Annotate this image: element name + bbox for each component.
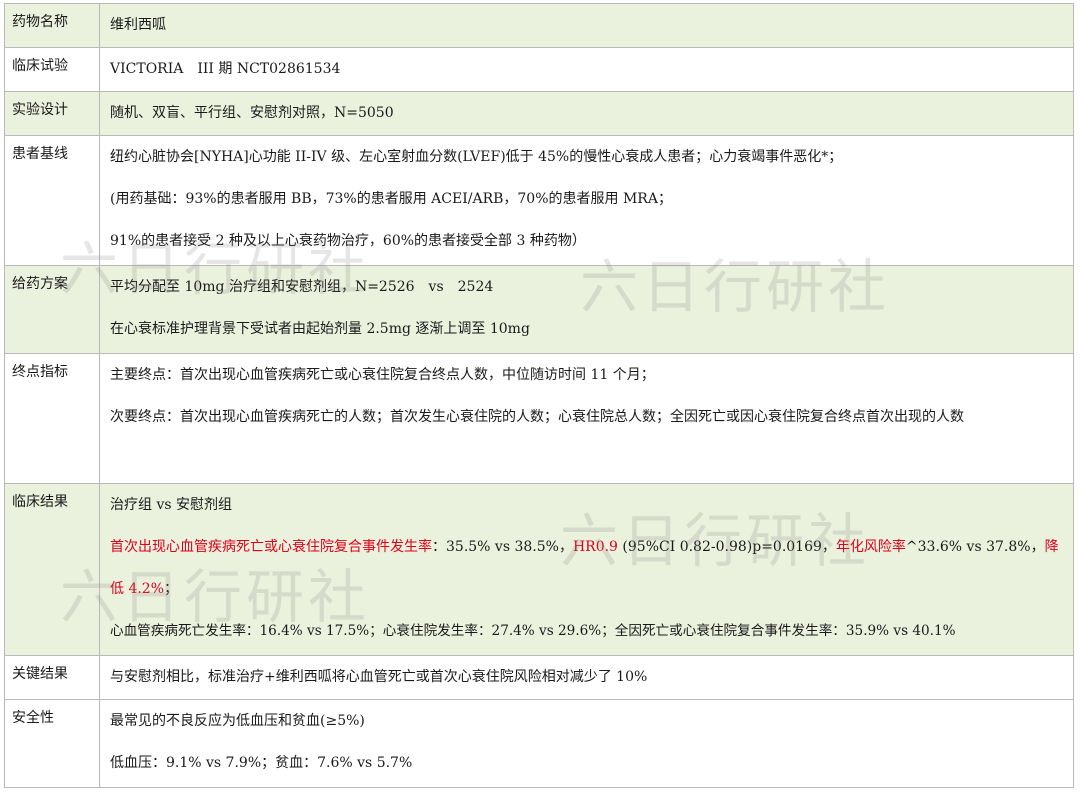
row-content-endpoints: 主要终点：首次出现心血管疾病死亡或心衰住院复合终点人数，中位随访时间 11 个月… bbox=[99, 353, 1074, 484]
row-content-drug-name: 维利西呱 bbox=[99, 3, 1074, 48]
drug-info-table: 药物名称 维利西呱 临床试验 VICTORIA III 期 NCT0286153… bbox=[4, 3, 1074, 788]
table-row: 关键结果 与安慰剂相比，标准治疗+维利西呱将心血管死亡或首次心衰住院风险相对减少… bbox=[4, 655, 1074, 700]
table-row: 终点指标 主要终点：首次出现心血管疾病死亡或心衰住院复合终点人数，中位随访时间 … bbox=[4, 353, 1074, 484]
row-content-key-result: 与安慰剂相比，标准治疗+维利西呱将心血管死亡或首次心衰住院风险相对减少了 10% bbox=[99, 655, 1074, 700]
baseline-line-1: 纽约心脏协会[NYHA]心功能 II-IV 级、左心室射血分数(LVEF)低于 … bbox=[110, 149, 843, 165]
table-row: 安全性 最常见的不良反应为低血压和贫血(≥5%) 低血压：9.1% vs 7.9… bbox=[4, 699, 1074, 788]
results-comparison: 治疗组 vs 安慰剂组 bbox=[110, 497, 232, 513]
row-content-results: 治疗组 vs 安慰剂组 首次出现心血管疾病死亡或心衰住院复合事件发生率：35.5… bbox=[99, 483, 1074, 656]
results-highlight-hr: HR0.9 bbox=[572, 539, 618, 555]
baseline-line-2: (用药基础：93%的患者服用 BB，73%的患者服用 ACEI/ARB，70%的… bbox=[110, 191, 672, 207]
table-row: 临床结果 治疗组 vs 安慰剂组 首次出现心血管疾病死亡或心衰住院复合事件发生率… bbox=[4, 483, 1074, 656]
trial-text: VICTORIA III 期 NCT02861534 bbox=[110, 61, 341, 77]
results-primary-outcome: 首次出现心血管疾病死亡或心衰住院复合事件发生率：35.5% vs 38.5%，H… bbox=[110, 526, 1073, 610]
row-label-drug-name: 药物名称 bbox=[4, 3, 100, 48]
row-label-safety: 安全性 bbox=[4, 699, 100, 788]
results-annual-risk-values: ^33.6% vs 37.8%， bbox=[905, 539, 1045, 555]
row-label-dosing: 给药方案 bbox=[4, 265, 100, 354]
dosing-line-1: 平均分配至 10mg 治疗组和安慰剂组，N=2526 vs 2524 bbox=[110, 279, 494, 295]
table-row: 临床试验 VICTORIA III 期 NCT02861534 bbox=[4, 47, 1074, 92]
results-secondary-outcomes: 心血管疾病死亡发生率：16.4% vs 17.5%；心衰住院发生率：27.4% … bbox=[110, 623, 956, 639]
row-content-safety: 最常见的不良反应为低血压和贫血(≥5%) 低血压：9.1% vs 7.9%；贫血… bbox=[99, 699, 1074, 788]
safety-line-2: 低血压：9.1% vs 7.9%；贫血：7.6% vs 5.7% bbox=[110, 755, 413, 771]
results-event-rate-values: ：35.5% vs 38.5%， bbox=[432, 539, 573, 555]
secondary-endpoint: 次要终点：首次出现心血管疾病死亡的人数；首次发生心衰住院的人数；心衰住院总人数；… bbox=[110, 409, 964, 425]
row-content-clinical-trial: VICTORIA III 期 NCT02861534 bbox=[99, 47, 1074, 92]
results-highlight-event-rate: 首次出现心血管疾病死亡或心衰住院复合事件发生率 bbox=[110, 539, 432, 555]
row-label-baseline: 患者基线 bbox=[4, 135, 100, 266]
table-row: 给药方案 平均分配至 10mg 治疗组和安慰剂组，N=2526 vs 2524 … bbox=[4, 265, 1074, 354]
design-text: 随机、双盲、平行组、安慰剂对照，N=5050 bbox=[110, 105, 394, 121]
table-row: 药物名称 维利西呱 bbox=[4, 3, 1074, 48]
key-result-text: 与安慰剂相比，标准治疗+维利西呱将心血管死亡或首次心衰住院风险相对减少了 10% bbox=[110, 669, 648, 685]
dosing-line-2: 在心衰标准护理背景下受试者由起始剂量 2.5mg 逐渐上调至 10mg bbox=[110, 321, 530, 337]
row-label-endpoints: 终点指标 bbox=[4, 353, 100, 484]
results-ci-values: (95%CI 0.82-0.98)p=0.0169， bbox=[617, 539, 836, 555]
baseline-line-3: 91%的患者接受 2 种及以上心衰药物治疗，60%的患者接受全部 3 种药物） bbox=[110, 233, 586, 249]
results-highlight-annual-risk: 年化风险率 bbox=[835, 539, 906, 555]
primary-endpoint: 主要终点：首次出现心血管疾病死亡或心衰住院复合终点人数，中位随访时间 11 个月… bbox=[110, 367, 655, 383]
row-content-dosing: 平均分配至 10mg 治疗组和安慰剂组，N=2526 vs 2524 在心衰标准… bbox=[99, 265, 1074, 354]
row-content-design: 随机、双盲、平行组、安慰剂对照，N=5050 bbox=[99, 91, 1074, 136]
row-content-baseline: 纽约心脏协会[NYHA]心功能 II-IV 级、左心室射血分数(LVEF)低于 … bbox=[99, 135, 1074, 266]
results-end-punct: ； bbox=[164, 581, 179, 597]
table-row: 实验设计 随机、双盲、平行组、安慰剂对照，N=5050 bbox=[4, 91, 1074, 136]
table-row: 患者基线 纽约心脏协会[NYHA]心功能 II-IV 级、左心室射血分数(LVE… bbox=[4, 135, 1074, 266]
row-label-design: 实验设计 bbox=[4, 91, 100, 136]
row-label-results: 临床结果 bbox=[4, 483, 100, 656]
safety-line-1: 最常见的不良反应为低血压和贫血(≥5%) bbox=[110, 713, 365, 729]
drug-name-text: 维利西呱 bbox=[110, 17, 166, 33]
row-label-clinical-trial: 临床试验 bbox=[4, 47, 100, 92]
row-label-key-result: 关键结果 bbox=[4, 655, 100, 700]
